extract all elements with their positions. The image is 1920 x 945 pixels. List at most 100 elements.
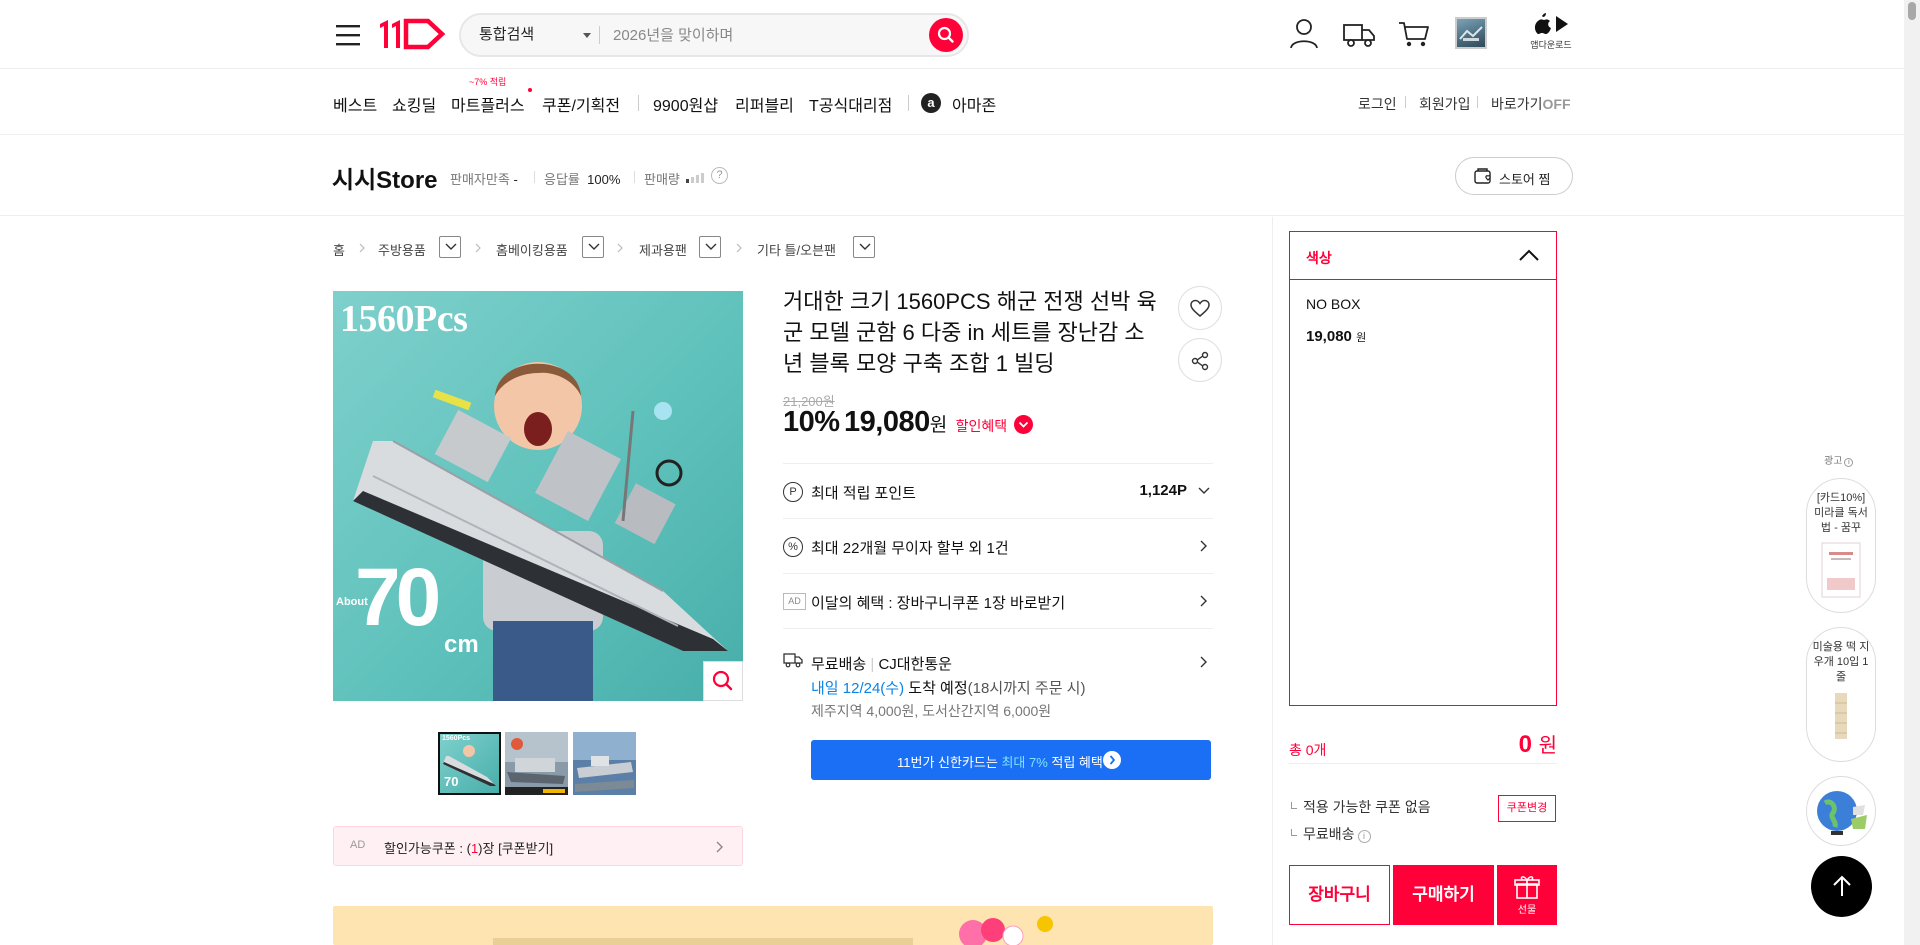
side-ad-eraser-text: 미술용 떡 지우개 10입 1줄 (1812, 641, 1870, 683)
right-panel-divider (1272, 217, 1273, 945)
help-icon[interactable]: ? (711, 167, 728, 184)
percent-icon: % (783, 537, 803, 557)
app-download-link[interactable]: 앱다운로드 (1528, 12, 1574, 56)
nav-refurbly[interactable]: 리퍼블리 (735, 92, 794, 116)
breadcrumb-home[interactable]: 홈 (333, 240, 345, 259)
breadcrumb-dropdown[interactable] (699, 236, 721, 258)
store-meta-separator (634, 171, 635, 183)
discount-benefit-link[interactable]: 할인혜택 (956, 418, 1008, 434)
globe-product-image (1817, 791, 1867, 835)
scrollbar-thumb[interactable] (1908, 2, 1916, 20)
shortcut-toggle[interactable]: 바로가기OFF (1491, 94, 1571, 114)
search-input[interactable] (613, 15, 913, 55)
11st-logo[interactable] (376, 16, 448, 52)
shortcut-state: OFF (1542, 96, 1571, 112)
info-icon[interactable]: i (1844, 458, 1854, 467)
product-thumbnail[interactable] (505, 732, 568, 795)
breadcrumb-kitchen[interactable]: 주방용품 (378, 240, 426, 259)
option-header[interactable]: 색상 (1290, 232, 1556, 280)
monthly-benefit-row[interactable]: AD 이달의 혜택 : 장바구니쿠폰 1장 바로받기 (783, 573, 1213, 628)
share-icon (1191, 351, 1209, 371)
page-scrollbar[interactable] (1904, 0, 1920, 945)
installment-row[interactable]: % 최대 22개월 무이자 할부 외 1건 (783, 518, 1213, 573)
recent-viewed-product-thumbnail[interactable] (1455, 17, 1487, 49)
nav-mart-plus[interactable]: 마트플러스 (451, 92, 525, 116)
chevron-down-icon (1198, 487, 1210, 494)
side-ad-eraser[interactable]: 미술용 떡 지우개 10입 1줄 (1806, 627, 1876, 762)
apple-google-play-icon (1534, 13, 1568, 34)
product-main-image[interactable]: 1560Pcs 70 About cm (333, 291, 743, 701)
coupon-download-bar[interactable]: AD 할인가능쿠폰 : (1)장 [쿠폰받기] (333, 826, 743, 866)
hamburger-menu-icon[interactable] (333, 21, 363, 49)
price-line: 10% 19,080원 할인혜택 (783, 406, 1033, 439)
chevron-down-icon (705, 243, 717, 250)
wishlist-button[interactable] (1178, 286, 1222, 330)
search-category-select[interactable]: 통합검색 (479, 15, 597, 55)
free-shipping-text: 무료배송 (1303, 826, 1355, 842)
breadcrumb-other-molds[interactable]: 기타 틀/오븐팬 (757, 240, 836, 259)
buy-now-button[interactable]: 구매하기 (1393, 865, 1494, 925)
max-points-row[interactable]: P 최대 적립 포인트 1,124P (783, 463, 1213, 518)
arrival-estimate: 내일 12/24(수) 도착 예정(18시까지 주문 시) (811, 677, 1085, 698)
response-rate-value: 100% (587, 172, 621, 187)
nav-amazon[interactable]: 아마존 (952, 92, 996, 116)
breadcrumb-baking-pan[interactable]: 제과용팬 (639, 240, 687, 259)
login-link[interactable]: 로그인 (1358, 94, 1397, 114)
breadcrumb-dropdown[interactable] (582, 236, 604, 258)
signup-link[interactable]: 회원가입 (1419, 94, 1471, 114)
nav-shocking-deal[interactable]: 쇼킹딜 (392, 92, 436, 116)
share-button[interactable] (1178, 338, 1222, 382)
add-to-cart-button[interactable]: 장바구니 (1289, 865, 1390, 925)
product-thumbnail[interactable]: 1560Pcs 70 (438, 732, 501, 795)
corner-marker (1291, 829, 1297, 836)
heart-icon (1190, 299, 1210, 317)
free-shipping-info: 무료배송 i (1291, 824, 1371, 844)
breadcrumb-home-baking[interactable]: 홈베이킹용품 (496, 240, 568, 259)
max-points-value: 1,124P (1139, 482, 1187, 499)
arrow-circle-icon (1103, 751, 1121, 769)
nav-best[interactable]: 베스트 (333, 92, 377, 116)
option-item-name: NO BOX (1306, 296, 1361, 312)
side-ad-globe[interactable] (1806, 776, 1876, 846)
applicable-coupon-text: 적용 가능한 쿠폰 없음 (1303, 799, 1431, 815)
breadcrumb-dropdown[interactable] (853, 236, 875, 258)
store-favorite-button[interactable]: 스토어 찜 (1455, 157, 1573, 195)
chevron-up-icon (1519, 249, 1539, 261)
image-size-unit: cm (444, 631, 479, 658)
top-header: 통합검색 앱다운로드 (0, 0, 1904, 69)
zoom-button[interactable] (703, 661, 743, 701)
nav-coupon-event[interactable]: 쿠폰/기획전 (542, 92, 620, 116)
response-rate-label: 응답률 (544, 172, 580, 187)
coupon-change-button[interactable]: 쿠폰변경 (1498, 795, 1556, 822)
chevron-right-icon (1200, 595, 1207, 607)
points-icon: P (783, 482, 803, 502)
cart-icon[interactable] (1397, 16, 1431, 50)
info-icon[interactable]: i (1357, 830, 1371, 843)
promo-banner[interactable] (333, 906, 1213, 945)
product-thumbnail[interactable] (573, 732, 636, 795)
breadcrumb-arrow-icon (617, 243, 623, 253)
side-ad-book-text: [카드10%] 미라클 독서법 - 꿈꾸 (1814, 492, 1868, 534)
search-icon (937, 26, 954, 43)
arrival-note: (18시까지 주문 시) (967, 680, 1086, 697)
my-account-icon[interactable] (1287, 16, 1321, 50)
scroll-to-top-button[interactable] (1811, 856, 1872, 917)
order-total: 총 0개 0 원 (1289, 724, 1557, 764)
nav-9900-shop[interactable]: 9900원샵 (653, 92, 718, 116)
option-item-price-line: 19,080 원 (1306, 328, 1366, 345)
nav-t-official[interactable]: T공식대리점 (809, 92, 892, 116)
shinhan-card-banner[interactable]: 11번가 신한카드는 최대 7% 적립 혜택 (811, 740, 1211, 780)
side-ad-book[interactable]: [카드10%] 미라클 독서법 - 꿈꾸 (1806, 478, 1876, 613)
breadcrumb-arrow-icon (736, 243, 742, 253)
chevron-down-icon (445, 243, 457, 250)
search-button[interactable] (929, 18, 963, 52)
gift-button[interactable]: 선물 (1497, 865, 1557, 925)
option-item[interactable]: NO BOX 19,080 원 (1306, 296, 1366, 345)
card-banner-text-after: 적립 혜택 (1047, 755, 1103, 770)
breadcrumb-arrow-icon (359, 243, 365, 253)
breadcrumb-dropdown[interactable] (439, 236, 461, 258)
chevron-down-badge-icon[interactable] (1013, 415, 1033, 434)
store-name[interactable]: 시시Store (332, 160, 438, 195)
option-selector: 색상 NO BOX 19,080 원 (1289, 231, 1557, 706)
delivery-truck-icon[interactable] (1342, 16, 1376, 50)
